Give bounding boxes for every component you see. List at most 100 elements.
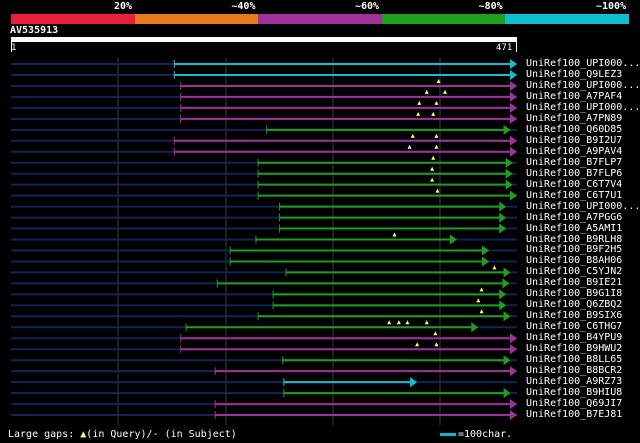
hit-label[interactable]: UniRef100_B9RLH8 <box>526 234 622 245</box>
gap-marker <box>434 133 439 138</box>
hit-row[interactable] <box>11 78 517 91</box>
hit-label[interactable]: UniRef100_A7PGG6 <box>526 212 622 223</box>
hit-label[interactable]: UniRef100_Q69JI7 <box>526 398 622 409</box>
hit-arrow-head <box>510 80 517 91</box>
hit-label[interactable]: UniRef100_B9HWU2 <box>526 343 622 354</box>
hit-arrow-head <box>510 146 517 157</box>
hit-label[interactable]: UniRef100_C5YJN2 <box>526 266 622 277</box>
hit-label[interactable]: UniRef100_Q6ZBQ2 <box>526 299 622 310</box>
hit-label[interactable]: UniRef100_A9RZ73 <box>526 376 622 387</box>
hit-row[interactable] <box>11 309 517 322</box>
gap-marker <box>417 100 422 105</box>
scale-swatch <box>440 432 456 436</box>
hit-label[interactable]: UniRef100_B9F2H5 <box>526 244 622 255</box>
gap-marker <box>405 320 410 325</box>
hit-label[interactable]: UniRef100_A7PN89 <box>526 113 622 124</box>
hit-row[interactable] <box>11 188 517 201</box>
hit-row[interactable] <box>11 232 517 245</box>
hit-arrow-head <box>482 245 490 256</box>
scale-label: =100char. <box>458 429 513 440</box>
hit-row[interactable] <box>11 331 517 344</box>
hit-label[interactable]: UniRef100_B9G1I8 <box>526 288 622 299</box>
hit-row[interactable] <box>11 155 517 168</box>
hit-row[interactable] <box>11 298 517 311</box>
hit-row[interactable] <box>11 265 517 278</box>
hit-label[interactable]: UniRef100_Q60D85 <box>526 124 622 135</box>
hit-label[interactable]: UniRef100_B7FLP7 <box>526 157 622 168</box>
hit-label[interactable]: UniRef100_B8AH06 <box>526 255 622 266</box>
gap-marker <box>479 287 484 292</box>
hit-row[interactable] <box>11 69 517 80</box>
hit-label[interactable]: UniRef100_A5AMI1 <box>526 223 622 234</box>
hit-row[interactable] <box>11 399 517 410</box>
gap-marker <box>431 155 436 160</box>
hit-row[interactable] <box>11 201 517 212</box>
hit-label[interactable]: UniRef100_B9HIU8 <box>526 387 622 398</box>
hit-arrow-head <box>510 399 517 410</box>
hit-label[interactable]: UniRef100_A7PAF4 <box>526 91 622 102</box>
hit-label[interactable]: UniRef100_B7EJ81 <box>526 409 622 420</box>
hit-label[interactable]: UniRef100_B8LL65 <box>526 354 622 365</box>
hit-row[interactable] <box>11 124 517 135</box>
hit-row[interactable] <box>11 366 517 377</box>
query-tick <box>516 42 517 52</box>
hit-row[interactable] <box>11 144 517 157</box>
hit-label[interactable]: UniRef100_B8BCR2 <box>526 365 622 376</box>
hit-label[interactable]: UniRef100_C6THG7 <box>526 321 622 332</box>
hit-label[interactable]: UniRef100_B9SIX6 <box>526 310 622 321</box>
hit-arrow-head <box>503 311 511 322</box>
hit-label[interactable]: UniRef100_B4YPU9 <box>526 332 622 343</box>
hit-row[interactable] <box>11 256 517 267</box>
hit-label[interactable]: UniRef100_UPI000... <box>526 201 640 212</box>
gap-marker <box>433 331 438 336</box>
hit-label[interactable]: UniRef100_B7FLP6 <box>526 168 622 179</box>
hit-row[interactable] <box>11 100 517 113</box>
gap-marker <box>387 320 392 325</box>
hit-row[interactable] <box>11 177 517 190</box>
hit-row[interactable] <box>11 89 517 102</box>
hit-label[interactable]: UniRef100_B9IE21 <box>526 277 622 288</box>
hit-label[interactable]: UniRef100_A9PAV4 <box>526 146 622 157</box>
hit-row[interactable] <box>11 388 517 399</box>
hit-label[interactable]: UniRef100_UPI000... <box>526 80 640 91</box>
hit-arrow-head <box>510 344 517 355</box>
hit-row[interactable] <box>11 166 517 179</box>
query-tick <box>11 42 12 52</box>
hit-row[interactable] <box>11 223 517 234</box>
hit-arrow-head <box>505 168 513 179</box>
hit-arrow-head <box>449 234 457 245</box>
hit-row[interactable] <box>11 287 517 300</box>
hit-label[interactable]: UniRef100_UPI000... <box>526 58 640 69</box>
hit-label[interactable]: UniRef100_C6T7V4 <box>526 179 622 190</box>
gap-marker <box>410 133 415 138</box>
hit-row[interactable] <box>11 212 517 223</box>
gap-marker <box>434 342 439 347</box>
gap-marker <box>430 166 435 171</box>
hit-arrow-head <box>503 355 511 366</box>
hit-arrow-head <box>510 69 517 80</box>
hit-arrow-head <box>510 91 517 102</box>
hit-label[interactable]: UniRef100_C6T7U1 <box>526 190 622 201</box>
hit-arrow-head <box>502 278 510 289</box>
gap-marker <box>430 177 435 182</box>
hit-arrow-head <box>510 135 517 146</box>
hit-label[interactable]: UniRef100_Q9LEZ3 <box>526 69 622 80</box>
hit-label[interactable]: UniRef100_UPI000... <box>526 102 640 113</box>
hit-arrow-head <box>510 102 517 113</box>
hit-row[interactable] <box>11 133 517 146</box>
gap-marker <box>492 265 497 270</box>
hit-arrow-head <box>471 322 479 333</box>
hit-row[interactable] <box>11 278 517 289</box>
hit-row[interactable] <box>11 245 517 256</box>
hit-row[interactable] <box>11 59 517 69</box>
hit-row[interactable] <box>11 111 517 124</box>
footer-large-gaps: Large gaps: <box>8 429 75 440</box>
hit-row[interactable] <box>11 320 517 333</box>
hit-arrow-head <box>510 410 517 421</box>
hit-row[interactable] <box>11 355 517 366</box>
hit-arrow-head <box>505 179 513 190</box>
hit-row[interactable] <box>11 342 517 355</box>
hit-row[interactable] <box>11 377 517 388</box>
hit-row[interactable] <box>11 410 517 421</box>
hit-label[interactable]: UniRef100_B9I2U7 <box>526 135 622 146</box>
